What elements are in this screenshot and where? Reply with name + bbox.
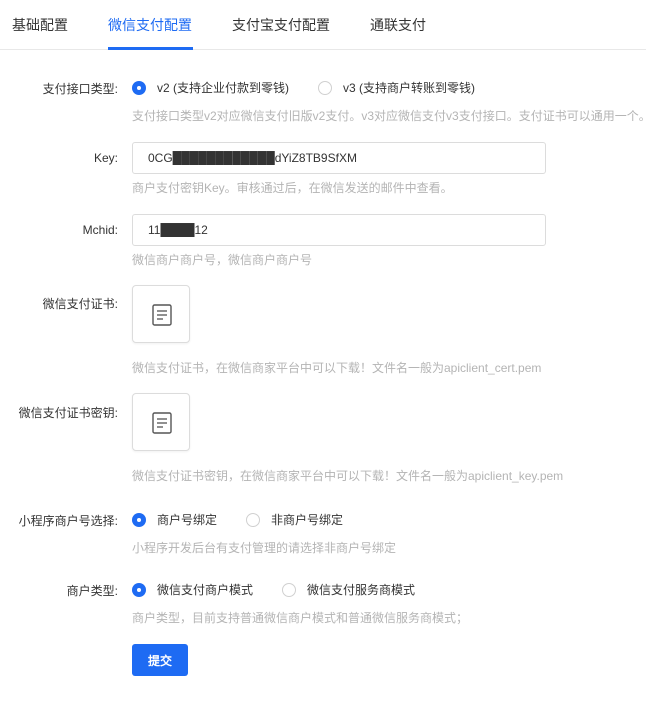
radio-unchecked-icon: [318, 80, 332, 95]
miniapp-bind-hint: 小程序开发后台有支付管理的请选择非商户号绑定: [132, 541, 397, 555]
mchid-hint: 微信商户商户号，微信商户商户号: [132, 253, 313, 267]
merchant-type-label: 商户类型:: [66, 584, 118, 598]
merchant-type-service-radio[interactable]: 微信支付服务商模式: [282, 581, 415, 598]
key-label: Key:: [93, 151, 118, 165]
miniapp-bind-non-merchant-radio[interactable]: 非商户号绑定: [246, 511, 343, 528]
cert-key-hint: 微信支付证书密钥，在微信商家平台中可以下载！文件名一般为apiclient_ke…: [132, 469, 564, 483]
active-tab-indicator: [108, 47, 193, 50]
radio-checked-icon: [132, 80, 146, 95]
key-input[interactable]: [132, 142, 546, 174]
cert-key-label: 微信支付证书密钥:: [18, 406, 118, 420]
key-hint: 商户支付密钥Key。审核通过后，在微信发送的邮件中查看。: [132, 181, 453, 195]
miniapp-bind-merchant-radio[interactable]: 商户号绑定: [132, 511, 217, 528]
cert-hint: 微信支付证书，在微信商家平台中可以下载！文件名一般为apiclient_cert…: [132, 361, 542, 375]
document-icon: [152, 412, 172, 434]
radio-unchecked-icon: [246, 512, 260, 527]
radio-label: 微信支付商户模式: [157, 583, 254, 597]
submit-button[interactable]: 提交: [132, 644, 188, 676]
cert-upload-button[interactable]: [132, 285, 190, 343]
tab-basic-config[interactable]: 基础配置: [12, 15, 68, 35]
api-type-label: 支付接口类型:: [42, 82, 118, 96]
radio-label: 商户号绑定: [157, 513, 218, 527]
radio-checked-icon: [132, 582, 146, 597]
mchid-label: Mchid:: [82, 223, 118, 237]
mchid-input[interactable]: [132, 214, 546, 246]
cert-label: 微信支付证书:: [42, 297, 118, 311]
merchant-type-normal-radio[interactable]: 微信支付商户模式: [132, 581, 253, 598]
radio-label: 非商户号绑定: [271, 513, 344, 527]
tab-bar: 基础配置 微信支付配置 支付宝支付配置 通联支付: [0, 0, 646, 50]
radio-label: v2 (支持企业付款到零钱): [157, 81, 290, 95]
tab-allinpay[interactable]: 通联支付: [370, 15, 426, 35]
tab-alipay-config[interactable]: 支付宝支付配置: [232, 15, 330, 35]
radio-checked-icon: [132, 512, 146, 527]
radio-unchecked-icon: [282, 582, 296, 597]
merchant-type-hint: 商户类型，目前支持普通微信商户模式和普通微信服务商模式；: [132, 611, 469, 625]
api-type-v3-radio[interactable]: v3 (支持商户转账到零钱): [318, 79, 475, 96]
api-type-v2-radio[interactable]: v2 (支持企业付款到零钱): [132, 79, 289, 96]
cert-key-upload-button[interactable]: [132, 393, 190, 451]
radio-label: v3 (支持商户转账到零钱): [343, 81, 476, 95]
document-icon: [152, 304, 172, 326]
api-type-hint: 支付接口类型v2对应微信支付旧版v2支付。v3对应微信支付v3支付接口。支付证书…: [132, 109, 646, 123]
tab-wechat-pay-config[interactable]: 微信支付配置: [108, 15, 192, 35]
radio-label: 微信支付服务商模式: [307, 583, 416, 597]
miniapp-bind-label: 小程序商户号选择:: [18, 514, 118, 528]
